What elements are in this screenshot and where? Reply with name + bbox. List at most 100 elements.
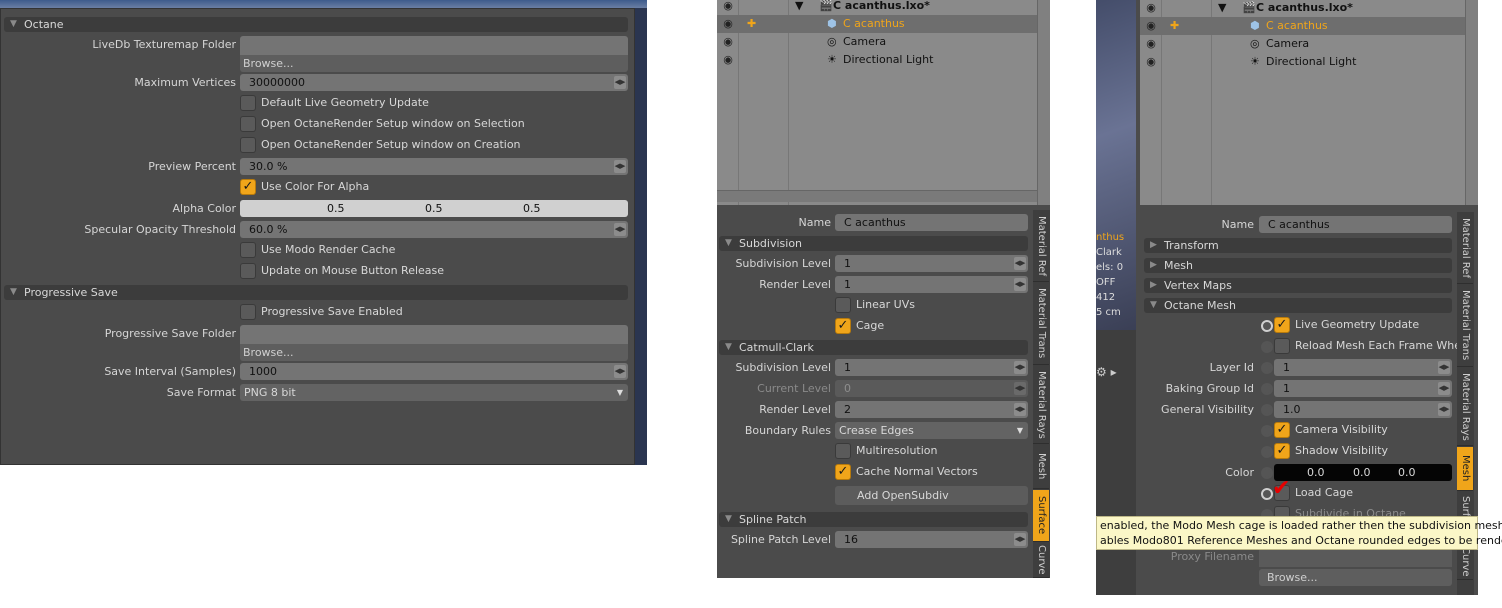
- shadow-visibility-radio[interactable]: [1261, 446, 1273, 458]
- expand-icon[interactable]: ▼: [1218, 0, 1226, 17]
- spinner-icon[interactable]: ◀▶: [1438, 361, 1450, 374]
- vertical-scrollbar[interactable]: [1037, 0, 1050, 205]
- prog-save-folder-field[interactable]: [240, 325, 628, 344]
- save-format-select[interactable]: PNG 8 bit ▼: [240, 384, 628, 401]
- cc-render-level-field[interactable]: 2 ◀▶: [835, 401, 1028, 418]
- section-subdivision[interactable]: ▼ Subdivision: [719, 236, 1028, 251]
- section-mesh[interactable]: ▶ Mesh: [1144, 258, 1452, 273]
- section-progressive-save[interactable]: ▼ Progressive Save: [4, 285, 628, 300]
- horizontal-scrollbar[interactable]: [717, 190, 1037, 202]
- subdiv-level-field[interactable]: 1 ◀▶: [835, 255, 1028, 272]
- open-on-creation-checkbox[interactable]: [240, 137, 256, 153]
- alpha-color-field[interactable]: 0.5 0.5 0.5: [240, 200, 628, 217]
- tab-material-ref[interactable]: Material Ref: [1457, 212, 1473, 284]
- spinner-icon[interactable]: ◀▶: [614, 76, 626, 89]
- shadow-visibility-checkbox[interactable]: ✓: [1274, 443, 1290, 459]
- reload-mesh-radio[interactable]: [1261, 341, 1273, 353]
- spinner-icon[interactable]: ◀▶: [1014, 361, 1026, 374]
- section-octane-mesh[interactable]: ▼ Octane Mesh: [1144, 298, 1452, 313]
- specular-threshold-field[interactable]: 60.0 % ◀▶: [240, 221, 628, 238]
- livedb-folder-field[interactable]: [240, 36, 628, 55]
- update-mouse-checkbox[interactable]: [240, 263, 256, 279]
- camera-visibility-radio[interactable]: [1261, 425, 1273, 437]
- tree-row-light[interactable]: ◉ ☀ Directional Light: [717, 51, 1050, 69]
- tab-curve[interactable]: Curve: [1457, 545, 1473, 580]
- render-level-field[interactable]: 1 ◀▶: [835, 276, 1028, 293]
- tab-mesh[interactable]: Mesh: [1033, 445, 1049, 489]
- use-modo-cache-checkbox[interactable]: [240, 242, 256, 258]
- camera-visibility-checkbox[interactable]: ✓: [1274, 422, 1290, 438]
- default-live-geo-checkbox[interactable]: [240, 95, 256, 111]
- cage-checkbox[interactable]: ✓: [835, 318, 851, 334]
- spinner-icon[interactable]: ◀▶: [1014, 257, 1026, 270]
- lock-icon[interactable]: ✚: [1170, 17, 1179, 35]
- add-opensubdiv-button[interactable]: Add OpenSubdiv: [835, 486, 1028, 505]
- tree-row-root[interactable]: ◉ ▼ 🎬 C acanthus.lxo*: [717, 0, 1050, 15]
- vertical-scrollbar[interactable]: [1465, 0, 1478, 205]
- layer-id-radio[interactable]: [1261, 362, 1273, 374]
- name-field[interactable]: C acanthus: [835, 214, 1028, 231]
- color-field[interactable]: 0.0 0.0 0.0: [1274, 464, 1452, 481]
- baking-group-radio[interactable]: [1261, 383, 1273, 395]
- cc-subdiv-level-field[interactable]: 1 ◀▶: [835, 359, 1028, 376]
- tab-material-trans[interactable]: Material Trans: [1457, 285, 1473, 367]
- livedb-browse-button[interactable]: Browse...: [240, 55, 628, 72]
- color-r[interactable]: 0.0: [1307, 466, 1325, 479]
- live-geo-radio[interactable]: [1261, 320, 1273, 332]
- tree-row-light[interactable]: ◉ ☀ Directional Light: [1140, 53, 1478, 71]
- tab-material-ref[interactable]: Material Ref: [1033, 210, 1049, 282]
- section-vertex-maps[interactable]: ▶ Vertex Maps: [1144, 278, 1452, 293]
- multires-checkbox[interactable]: [835, 443, 851, 459]
- spline-level-field[interactable]: 16 ◀▶: [835, 531, 1028, 548]
- max-vertices-field[interactable]: 30000000 ◀▶: [240, 74, 628, 91]
- eye-icon[interactable]: ◉: [1144, 0, 1158, 17]
- eye-icon[interactable]: ◉: [1144, 17, 1158, 35]
- section-catmull-clark[interactable]: ▼ Catmull-Clark: [719, 340, 1028, 355]
- open-on-selection-checkbox[interactable]: [240, 116, 256, 132]
- spinner-icon[interactable]: ◀▶: [614, 160, 626, 173]
- section-transform[interactable]: ▶ Transform: [1144, 238, 1452, 253]
- lock-icon[interactable]: ✚: [747, 15, 756, 33]
- prog-save-enabled-checkbox[interactable]: [240, 304, 256, 320]
- alpha-color-b[interactable]: 0.5: [523, 200, 541, 217]
- color-b[interactable]: 0.0: [1398, 466, 1416, 479]
- spinner-icon[interactable]: ◀▶: [1014, 533, 1026, 546]
- eye-icon[interactable]: ◉: [721, 0, 735, 15]
- linear-uvs-checkbox[interactable]: [835, 297, 851, 313]
- eye-icon[interactable]: ◉: [1144, 35, 1158, 53]
- expand-icon[interactable]: ▼: [795, 0, 803, 15]
- eye-icon[interactable]: ◉: [721, 51, 735, 69]
- alpha-color-g[interactable]: 0.5: [425, 200, 443, 217]
- prog-save-browse-button[interactable]: Browse...: [240, 344, 628, 361]
- cache-normals-checkbox[interactable]: ✓: [835, 464, 851, 480]
- proxy-filename-field[interactable]: [1259, 548, 1452, 567]
- name-field[interactable]: C acanthus: [1259, 216, 1452, 233]
- alpha-color-r[interactable]: 0.5: [327, 200, 345, 217]
- color-g[interactable]: 0.0: [1353, 466, 1371, 479]
- eye-icon[interactable]: ◉: [721, 33, 735, 51]
- tab-material-trans[interactable]: Material Trans: [1033, 283, 1049, 365]
- general-visibility-field[interactable]: 1.0 ◀▶: [1274, 401, 1452, 418]
- spinner-icon[interactable]: ◀▶: [1438, 403, 1450, 416]
- layer-id-field[interactable]: 1 ◀▶: [1274, 359, 1452, 376]
- eye-icon[interactable]: ◉: [1144, 53, 1158, 71]
- save-interval-field[interactable]: 1000 ◀▶: [240, 363, 628, 380]
- spinner-icon[interactable]: ◀▶: [1438, 382, 1450, 395]
- tree-row-mesh[interactable]: ◉ ✚ ⬢ C acanthus: [1140, 17, 1478, 35]
- tab-material-rays[interactable]: Material Rays: [1457, 368, 1473, 446]
- section-octane[interactable]: ▼ Octane: [4, 17, 628, 32]
- tab-mesh[interactable]: Mesh: [1457, 447, 1473, 491]
- general-visibility-radio[interactable]: [1261, 404, 1273, 416]
- spinner-icon[interactable]: ◀▶: [614, 223, 626, 236]
- live-geo-checkbox[interactable]: ✓: [1274, 317, 1290, 333]
- tab-surface[interactable]: Surface: [1033, 490, 1049, 542]
- proxy-browse-button[interactable]: Browse...: [1259, 569, 1452, 586]
- tree-row-root[interactable]: ◉ ▼ 🎬 C acanthus.lxo*: [1140, 0, 1478, 17]
- preview-percent-field[interactable]: 30.0 % ◀▶: [240, 158, 628, 175]
- section-spline-patch[interactable]: ▼ Spline Patch: [719, 512, 1028, 527]
- eye-icon[interactable]: ◉: [721, 15, 735, 33]
- tree-row-mesh[interactable]: ◉ ✚ ⬢ C acanthus: [717, 15, 1050, 33]
- gear-icon[interactable]: ⚙ ▸: [1096, 365, 1117, 379]
- tree-row-camera[interactable]: ◉ ◎ Camera: [717, 33, 1050, 51]
- spinner-icon[interactable]: ◀▶: [614, 365, 626, 378]
